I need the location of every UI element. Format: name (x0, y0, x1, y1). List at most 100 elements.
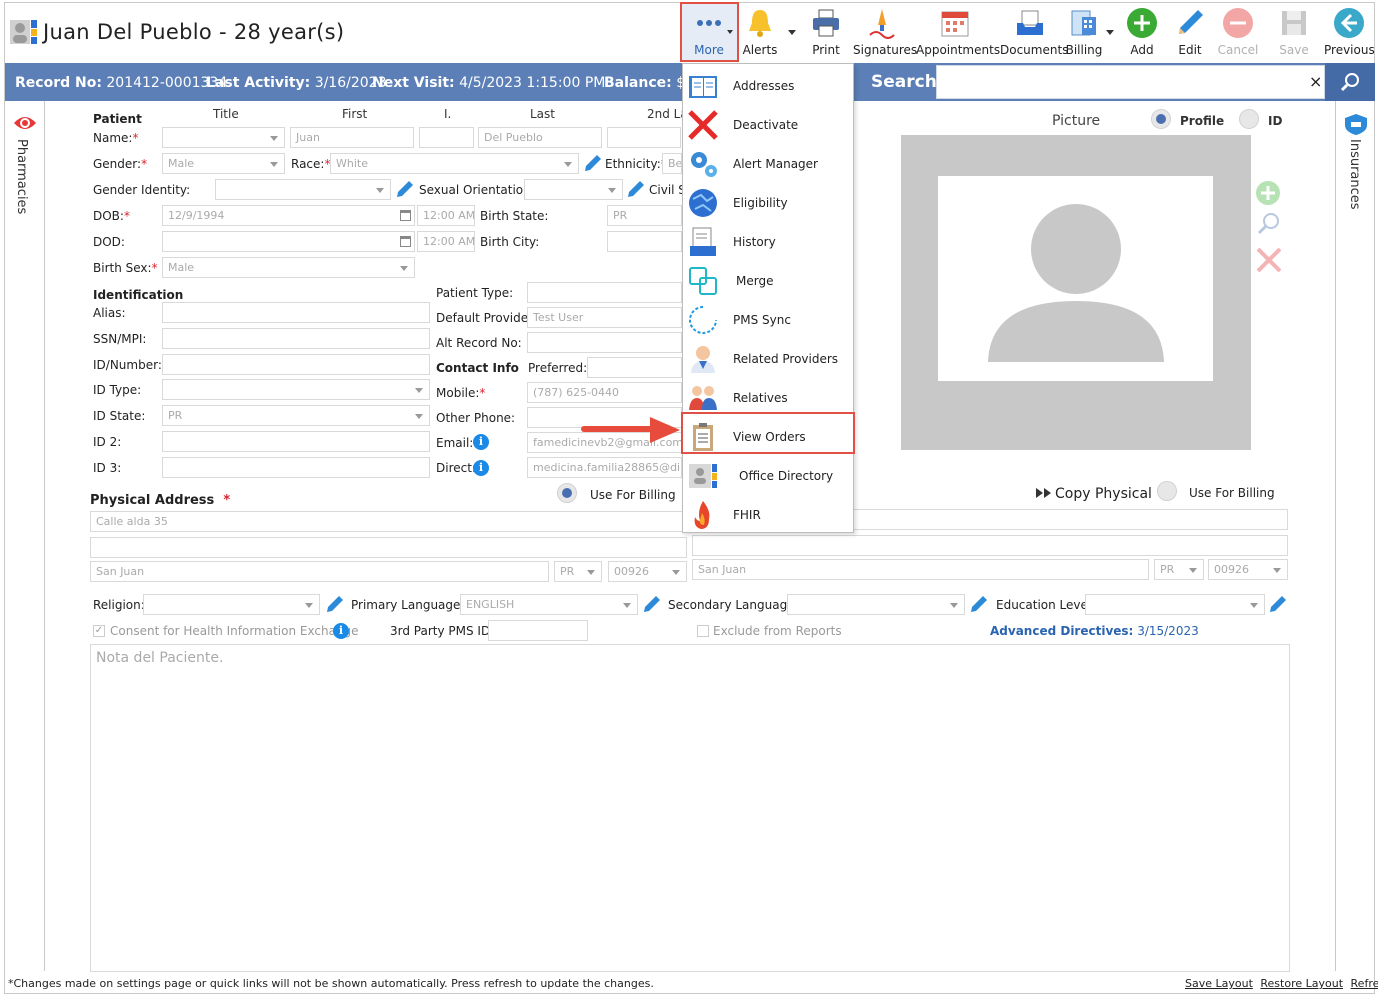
menu-item-eligibility[interactable]: Eligibility (683, 183, 853, 222)
profile-radio[interactable] (1151, 109, 1171, 129)
birth-state-input[interactable]: PR (607, 205, 682, 226)
remove-picture-icon[interactable] (1255, 246, 1283, 274)
appointments-button[interactable]: Appointments (916, 4, 1000, 60)
id-type-select[interactable] (162, 379, 430, 400)
gender-select[interactable]: Male (162, 153, 285, 174)
pms-id-input[interactable] (488, 620, 588, 641)
secondary-language-edit-pencil-icon[interactable] (970, 595, 988, 613)
ssn-input[interactable] (162, 328, 430, 349)
menu-item-history[interactable]: History (683, 222, 853, 261)
use-for-billing-right-radio[interactable] (1157, 481, 1177, 501)
religion-select[interactable] (143, 594, 320, 615)
menu-item-deactivate[interactable]: Deactivate (683, 105, 853, 144)
dob-input[interactable]: 12/9/1994 (162, 205, 415, 226)
id-state-select[interactable]: PR (162, 405, 430, 426)
direct-input[interactable]: medicina.familia28865@direc (527, 457, 682, 478)
id3-input[interactable] (162, 457, 430, 478)
birth-sex-select[interactable]: Male (162, 257, 415, 278)
patient-type-select[interactable] (527, 282, 682, 303)
menu-item-related-providers[interactable]: Related Providers (683, 339, 853, 378)
second-last-name-input[interactable] (607, 127, 681, 148)
physical-address-line2[interactable] (90, 537, 687, 558)
mailing-address-line2[interactable] (692, 535, 1288, 556)
alt-record-input[interactable] (527, 332, 682, 353)
education-edit-pencil-icon[interactable] (1269, 595, 1287, 613)
primary-language-edit-pencil-icon[interactable] (643, 595, 661, 613)
id-number-input[interactable] (162, 354, 430, 375)
profile-picture[interactable] (938, 176, 1213, 381)
consent-checkbox[interactable]: ✓ (93, 625, 105, 637)
billing-button[interactable]: Billing (1064, 4, 1104, 60)
direct-info-icon[interactable]: i (473, 460, 489, 476)
mailing-state-select[interactable]: PR (1154, 559, 1204, 580)
print-button[interactable]: Print (806, 4, 846, 60)
education-level-select[interactable] (1085, 594, 1265, 615)
gender-identity-edit-pencil-icon[interactable] (396, 180, 414, 198)
secondary-language-select[interactable] (787, 594, 965, 615)
advanced-directives[interactable]: Advanced Directives: 3/15/2023 (990, 624, 1199, 638)
mailing-city-input[interactable]: San Juan (692, 559, 1149, 580)
title-select[interactable] (162, 127, 285, 148)
billing-dropdown-icon[interactable] (1106, 30, 1114, 35)
sexual-orientation-edit-pencil-icon[interactable] (627, 180, 645, 198)
use-for-billing-left-radio[interactable] (557, 483, 577, 503)
dod-time-input[interactable]: 12:00 AM (417, 231, 475, 252)
sexual-orientation-select[interactable] (524, 179, 623, 200)
search-input[interactable] (936, 65, 1325, 99)
save-button[interactable]: Save (1274, 4, 1314, 60)
pharmacies-panel[interactable]: Pharmacies (5, 101, 45, 971)
email-info-icon[interactable]: i (473, 434, 489, 450)
dod-input[interactable] (162, 231, 415, 252)
zoom-picture-icon[interactable] (1255, 211, 1281, 237)
mailing-address-line1[interactable] (853, 509, 1288, 530)
menu-item-office-directory[interactable]: Office Directory (683, 456, 853, 495)
physical-city-input[interactable]: San Juan (90, 561, 549, 582)
refresh-link[interactable]: Refresh (1351, 977, 1378, 990)
primary-language-select[interactable]: ENGLISH (460, 594, 638, 615)
exclude-reports-checkbox[interactable] (697, 625, 709, 637)
physical-zip-select[interactable]: 00926 (608, 561, 687, 582)
edit-button[interactable]: Edit (1170, 4, 1210, 60)
birth-city-input[interactable] (607, 231, 682, 252)
signatures-button[interactable]: Signatures (853, 4, 917, 60)
id2-input[interactable] (162, 431, 430, 452)
insurances-tab[interactable]: Insurances (1347, 139, 1362, 210)
id-radio[interactable] (1239, 109, 1259, 129)
cancel-button[interactable]: Cancel (1216, 4, 1260, 60)
save-layout-link[interactable]: Save Layout (1185, 977, 1253, 990)
ethnicity-select[interactable]: Bel (662, 153, 682, 174)
last-name-input[interactable]: Del Pueblo (478, 127, 602, 148)
menu-item-alert-manager[interactable]: Alert Manager (683, 144, 853, 183)
religion-edit-pencil-icon[interactable] (326, 595, 344, 613)
copy-physical-button[interactable]: Copy Physical (1055, 486, 1152, 502)
pharmacies-tab[interactable]: Pharmacies (14, 139, 29, 214)
physical-state-select[interactable]: PR (554, 561, 602, 582)
add-button[interactable]: Add (1122, 4, 1162, 60)
alerts-dropdown-icon[interactable] (788, 30, 796, 35)
consent-info-icon[interactable]: i (333, 623, 349, 639)
documents-button[interactable]: Documents (1000, 4, 1068, 60)
default-provider-select[interactable]: Test User (527, 307, 682, 328)
previous-button[interactable]: Previous (1324, 4, 1375, 60)
search-clear-icon[interactable]: × (1309, 72, 1322, 91)
gender-identity-select[interactable] (215, 179, 391, 200)
patient-notes-textarea[interactable]: Nota del Paciente. (90, 644, 1290, 972)
race-edit-pencil-icon[interactable] (584, 154, 602, 172)
mailing-zip-select[interactable]: 00926 (1208, 559, 1288, 580)
menu-item-addresses[interactable]: Addresses (683, 66, 853, 105)
first-name-input[interactable]: Juan (290, 127, 414, 148)
add-picture-icon[interactable] (1255, 180, 1281, 206)
menu-item-fhir[interactable]: FHIR (683, 495, 853, 534)
physical-address-line1[interactable]: Calle alda 35 (90, 511, 687, 532)
race-select[interactable]: White (330, 153, 579, 174)
dob-calendar-icon[interactable] (400, 210, 411, 221)
restore-layout-link[interactable]: Restore Layout (1260, 977, 1343, 990)
alerts-button[interactable]: Alerts (740, 4, 780, 60)
preferred-select[interactable] (587, 357, 682, 378)
menu-item-merge[interactable]: Merge (683, 261, 853, 300)
middle-initial-input[interactable] (419, 127, 474, 148)
dob-time-input[interactable]: 12:00 AM (417, 205, 475, 226)
mobile-input[interactable]: (787) 625-0440 (527, 382, 682, 403)
dod-calendar-icon[interactable] (400, 236, 411, 247)
menu-item-pms-sync[interactable]: PMS Sync (683, 300, 853, 339)
